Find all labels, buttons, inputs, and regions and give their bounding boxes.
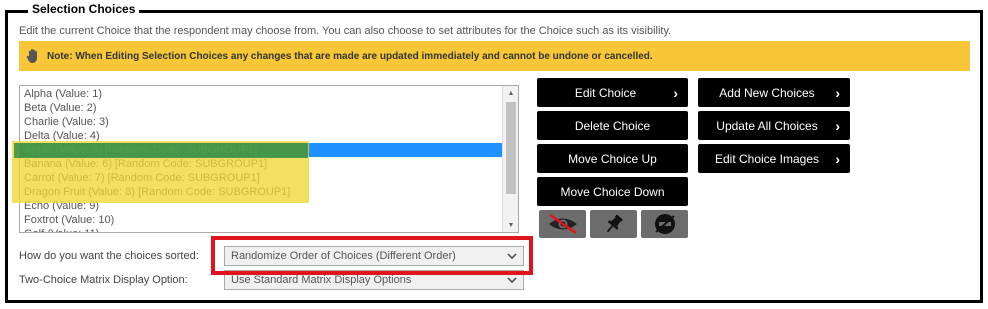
scroll-thumb[interactable] bbox=[506, 102, 516, 194]
matrix-display-select[interactable]: Use Standard Matrix Display Options bbox=[224, 270, 524, 290]
choice-list-item[interactable]: Golf (Value: 11) bbox=[20, 227, 504, 232]
chevron-down-icon bbox=[507, 247, 517, 265]
chevron-right-icon: › bbox=[835, 117, 840, 134]
hide-choice-button[interactable] bbox=[539, 210, 586, 238]
edit-choice-images-button[interactable]: Edit Choice Images › bbox=[698, 144, 850, 173]
choice-list-item[interactable]: Delta (Value: 4) bbox=[20, 129, 504, 143]
hand-stop-icon bbox=[25, 48, 41, 64]
add-new-choices-label: Add New Choices bbox=[719, 85, 815, 100]
warning-note-text: Note: When Editing Selection Choices any… bbox=[47, 50, 653, 62]
chevron-right-icon: › bbox=[673, 84, 678, 101]
edit-choice-button[interactable]: Edit Choice › bbox=[537, 78, 688, 107]
pin-choice-button[interactable] bbox=[590, 210, 637, 238]
choice-list-item[interactable]: Banana (Value: 6) [Random Code: SUBGROUP… bbox=[20, 157, 504, 171]
move-choice-up-button[interactable]: Move Choice Up bbox=[537, 144, 688, 173]
no-entry-icon bbox=[654, 214, 675, 234]
sort-order-select[interactable]: Randomize Order of Choices (Different Or… bbox=[224, 246, 524, 266]
section-title: Selection Choices bbox=[28, 2, 140, 16]
delete-choice-label: Delete Choice bbox=[574, 118, 651, 133]
choice-list-item[interactable]: Charlie (Value: 3) bbox=[20, 115, 504, 129]
pin-icon bbox=[606, 214, 623, 233]
update-all-choices-button[interactable]: Update All Choices › bbox=[698, 111, 850, 140]
scroll-down-arrow-icon[interactable]: ▼ bbox=[503, 218, 518, 232]
matrix-display-value: Use Standard Matrix Display Options bbox=[231, 274, 412, 286]
choice-list-item[interactable]: Beta (Value: 2) bbox=[20, 101, 504, 115]
update-all-choices-label: Update All Choices bbox=[716, 118, 818, 133]
edit-choice-images-label: Edit Choice Images bbox=[714, 151, 820, 166]
choice-list-item[interactable]: Foxtrot (Value: 10) bbox=[20, 213, 504, 227]
listbox-scrollbar[interactable]: ▲ ▼ bbox=[502, 86, 518, 232]
sort-label: How do you want the choices sorted: bbox=[19, 250, 199, 262]
add-new-choices-button[interactable]: Add New Choices › bbox=[698, 78, 850, 107]
edit-choice-label: Edit Choice bbox=[574, 85, 637, 100]
chevron-right-icon: › bbox=[835, 84, 840, 101]
choice-list-item[interactable]: Apple (Value: 5) [Random Code: SUBGROUP1… bbox=[20, 143, 504, 157]
choices-listbox[interactable]: Alpha (Value: 1) Beta (Value: 2) Charlie (… bbox=[19, 85, 519, 233]
move-choice-down-button[interactable]: Move Choice Down bbox=[537, 177, 688, 206]
chevron-right-icon: › bbox=[835, 150, 840, 167]
move-choice-down-label: Move Choice Down bbox=[560, 184, 665, 199]
choice-list-item[interactable]: Echo (Value: 9) bbox=[20, 199, 504, 213]
warning-note: Note: When Editing Selection Choices any… bbox=[19, 41, 970, 71]
move-choice-up-label: Move Choice Up bbox=[568, 151, 657, 166]
choice-list-item[interactable]: Carrot (Value: 7) [Random Code: SUBGROUP… bbox=[20, 171, 504, 185]
section-intro: Edit the current Choice that the respond… bbox=[19, 25, 672, 37]
hide-visibility-icon bbox=[548, 213, 577, 235]
exclude-choice-button[interactable] bbox=[641, 210, 688, 238]
matrix-display-label: Two-Choice Matrix Display Option: bbox=[19, 274, 188, 286]
choice-list-item[interactable]: Alpha (Value: 1) bbox=[20, 87, 504, 101]
scroll-up-arrow-icon[interactable]: ▲ bbox=[503, 86, 518, 100]
chevron-down-icon bbox=[507, 271, 517, 289]
choice-list-item[interactable]: Dragon Fruit (Value: 8) [Random Code: SU… bbox=[20, 185, 504, 199]
sort-order-value: Randomize Order of Choices (Different Or… bbox=[231, 250, 456, 262]
delete-choice-button[interactable]: Delete Choice bbox=[537, 111, 688, 140]
